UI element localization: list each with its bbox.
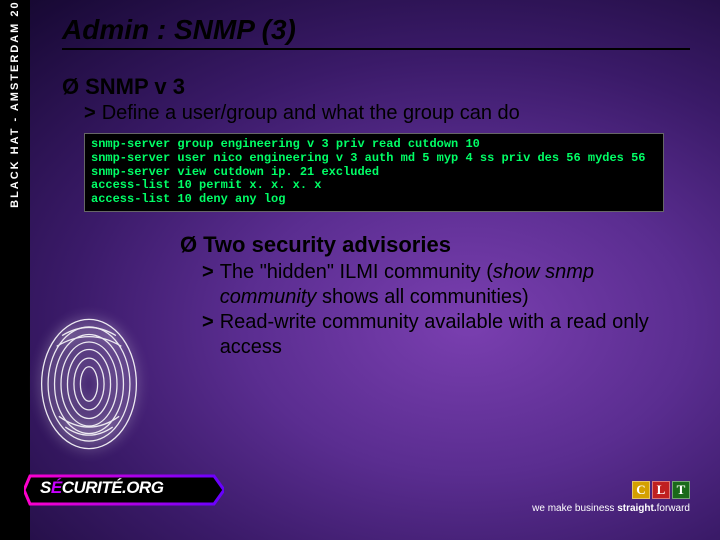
event-sidebar: BLACK HAT - AMSTERDAM 2001 [0,0,30,540]
securite-logo: SÉCURITÉ.ORG [24,466,224,514]
ilmi-post: shows all communities) [316,286,528,308]
slide-content: Ø SNMP v 3 > Define a user/group and wha… [62,74,690,360]
chevron-icon: > [202,310,214,335]
chevron-icon: > [202,260,214,285]
clt-t: T [672,481,690,499]
logo-s: S [40,478,51,497]
snmpv3-heading: SNMP v 3 [85,74,185,100]
tagline: we make business straight.forward [532,503,690,514]
bullet-define: > Define a user/group and what the group… [84,102,690,125]
bullet-snmpv3: Ø SNMP v 3 [62,74,690,100]
chevron-icon: Ø [62,74,79,100]
define-text: Define a user/group and what the group c… [102,102,520,125]
logo-text: SÉCURITÉ.ORG [40,478,163,498]
chevron-icon: > [84,102,96,125]
bullet-advisories: Ø Two security advisories [180,232,690,258]
bullet-ilmi: > The "hidden" ILMI community (show snmp… [202,260,690,310]
ilmi-pre: The "hidden" ILMI community ( [220,261,493,283]
footer-right: C L T we make business straight.forward [532,481,690,514]
logo-e: É [51,478,62,497]
advisories-section: Ø Two security advisories > The "hidden"… [180,232,690,360]
bullet-readwrite: > Read-write community available with a … [202,310,690,360]
chevron-icon: Ø [180,232,197,258]
event-label: BLACK HAT - AMSTERDAM 2001 [9,0,21,208]
clt-c: C [632,481,650,499]
advisories-heading: Two security advisories [203,232,451,258]
clt-l: L [652,481,670,499]
clt-logo: C L T [532,481,690,499]
logo-rest: CURITÉ.ORG [62,478,164,497]
fingerprint-image [34,314,144,454]
code-block: snmp-server group engineering v 3 priv r… [84,133,664,212]
tagline-bold: straight. [617,503,656,514]
slide-title: Admin : SNMP (3) [62,14,690,50]
readwrite-text: Read-write community available with a re… [220,310,690,360]
tagline-pre: we make business [532,503,617,514]
ilmi-text: The "hidden" ILMI community (show snmp c… [220,260,690,310]
tagline-post: forward [657,503,690,514]
